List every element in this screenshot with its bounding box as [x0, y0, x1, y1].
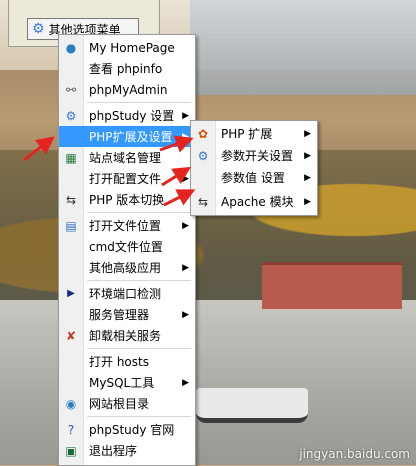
menu-item-label: phpStudy 设置 [89, 109, 175, 123]
menu-item-php-extensions[interactable]: PHP扩展及设置 ▶ [59, 126, 195, 147]
menu-item-label: MySQL工具 [89, 376, 155, 390]
menu-item-label: 卸载相关服务 [89, 329, 162, 343]
submenu-arrow-icon: ▶ [304, 172, 311, 183]
exit-icon: ▣ [65, 443, 77, 458]
globe2-icon: ◉ [65, 396, 77, 411]
menu-item-label: 网站根目录 [89, 397, 150, 411]
menu-item-label: My HomePage [89, 40, 175, 55]
menu-item-label: 打开文件位置 [89, 219, 162, 233]
menu-item-uninstall[interactable]: ✘ 卸载相关服务 [59, 325, 195, 346]
menu-item-php-version[interactable]: ⇆ PHP 版本切换 [59, 189, 195, 210]
background-boat [196, 388, 308, 423]
submenu-item-apache-modules[interactable]: ⇆ Apache 模块 ▶ [191, 191, 317, 212]
submenu-arrow-icon: ▶ [182, 377, 189, 388]
menu-item-label: 参数值 设置 [221, 171, 285, 185]
menu-item-label: 参数开关设置 [221, 149, 294, 163]
menu-item-cmd-location[interactable]: cmd文件位置 [59, 236, 195, 257]
menu-separator [87, 280, 191, 281]
submenu-arrow-icon: ▶ [182, 173, 189, 184]
menu-item-site-domain[interactable]: ▦ 站点域名管理 [59, 147, 195, 168]
menu-item-mysql-tools[interactable]: MySQL工具 ▶ [59, 372, 195, 393]
menu-item-phpstudy-settings[interactable]: ⚙ phpStudy 设置 ▶ [59, 105, 195, 126]
background-city [190, 0, 416, 95]
menu-item-advanced[interactable]: 其他高级应用 ▶ [59, 257, 195, 278]
database-icon: ⚯ [65, 82, 77, 97]
php-ext-icon: ✿ [197, 126, 209, 141]
menu-item-exit[interactable]: ▣ 退出程序 [59, 440, 195, 461]
menu-item-port-check[interactable]: ▶ 环境端口检测 [59, 283, 195, 304]
php-extensions-submenu: ✿ PHP 扩展 ▶ ⚙ 参数开关设置 ▶ 参数值 设置 ▶ ⇆ Apache … [190, 120, 318, 216]
menu-item-label: phpStudy 官网 [89, 423, 175, 437]
menu-item-label: phpMyAdmin [89, 82, 168, 97]
menu-item-label: 打开 hosts [89, 355, 149, 369]
submenu-arrow-icon: ▶ [182, 131, 189, 142]
menu-separator [87, 102, 191, 103]
menu-item-web-root[interactable]: ◉ 网站根目录 [59, 393, 195, 414]
gear-icon: ⚙ [32, 21, 45, 37]
menu-item-label: 查看 phpinfo [89, 62, 163, 76]
main-context-menu: ● My HomePage 查看 phpinfo ⚯ phpMyAdmin ⚙ … [58, 34, 196, 466]
menu-item-official-site[interactable]: ? phpStudy 官网 [59, 419, 195, 440]
menu-item-open-file-location[interactable]: ▤ 打开文件位置 ▶ [59, 215, 195, 236]
menu-item-label: 站点域名管理 [89, 151, 162, 165]
menu-item-label: PHP扩展及设置 [89, 130, 173, 144]
menu-separator [87, 348, 191, 349]
submenu-arrow-icon: ▶ [182, 262, 189, 273]
globe-icon: ● [65, 40, 77, 55]
menu-item-label: PHP 版本切换 [89, 193, 165, 207]
submenu-arrow-icon: ▶ [182, 110, 189, 121]
menu-item-label: 环境端口检测 [89, 287, 162, 301]
submenu-item-php-ext[interactable]: ✿ PHP 扩展 ▶ [191, 123, 317, 144]
submenu-arrow-icon: ▶ [304, 196, 311, 207]
help-icon: ? [67, 422, 75, 437]
menu-item-service-manager[interactable]: 服务管理器 ▶ [59, 304, 195, 325]
menu-item-label: cmd文件位置 [89, 240, 163, 254]
submenu-arrow-icon: ▶ [304, 128, 311, 139]
menu-item-phpmyadmin[interactable]: ⚯ phpMyAdmin [59, 79, 195, 100]
switch-icon: ⇆ [65, 192, 77, 207]
menu-item-label: 其他高级应用 [89, 261, 162, 275]
menu-item-open-config[interactable]: 打开配置文件 ▶ [59, 168, 195, 189]
menu-item-my-homepage[interactable]: ● My HomePage [59, 37, 195, 58]
submenu-arrow-icon: ▶ [182, 220, 189, 231]
uninstall-icon: ✘ [65, 328, 77, 343]
sites-icon: ▦ [65, 150, 77, 165]
menu-item-label: PHP 扩展 [221, 127, 273, 141]
switch-icon: ⇆ [197, 194, 209, 209]
gear-icon: ⚙ [197, 148, 209, 163]
gear-icon: ⚙ [65, 108, 77, 123]
menu-item-label: Apache 模块 [221, 195, 294, 209]
submenu-item-param-value[interactable]: 参数值 设置 ▶ [191, 167, 317, 188]
triangle-icon: ▶ [67, 288, 75, 299]
menu-item-phpinfo[interactable]: 查看 phpinfo [59, 58, 195, 79]
folder-icon: ▤ [65, 218, 77, 233]
menu-item-label: 打开配置文件 [89, 172, 162, 186]
menu-separator [87, 416, 191, 417]
menu-item-label: 服务管理器 [89, 308, 150, 322]
submenu-arrow-icon: ▶ [182, 309, 189, 320]
menu-item-label: 退出程序 [89, 444, 138, 458]
menu-separator [87, 212, 191, 213]
submenu-arrow-icon: ▶ [304, 150, 311, 161]
background-red-building [262, 262, 402, 309]
watermark: jingyan.baidu.com [299, 447, 410, 461]
submenu-item-param-switch[interactable]: ⚙ 参数开关设置 ▶ [191, 145, 317, 166]
menu-item-open-hosts[interactable]: 打开 hosts [59, 351, 195, 372]
